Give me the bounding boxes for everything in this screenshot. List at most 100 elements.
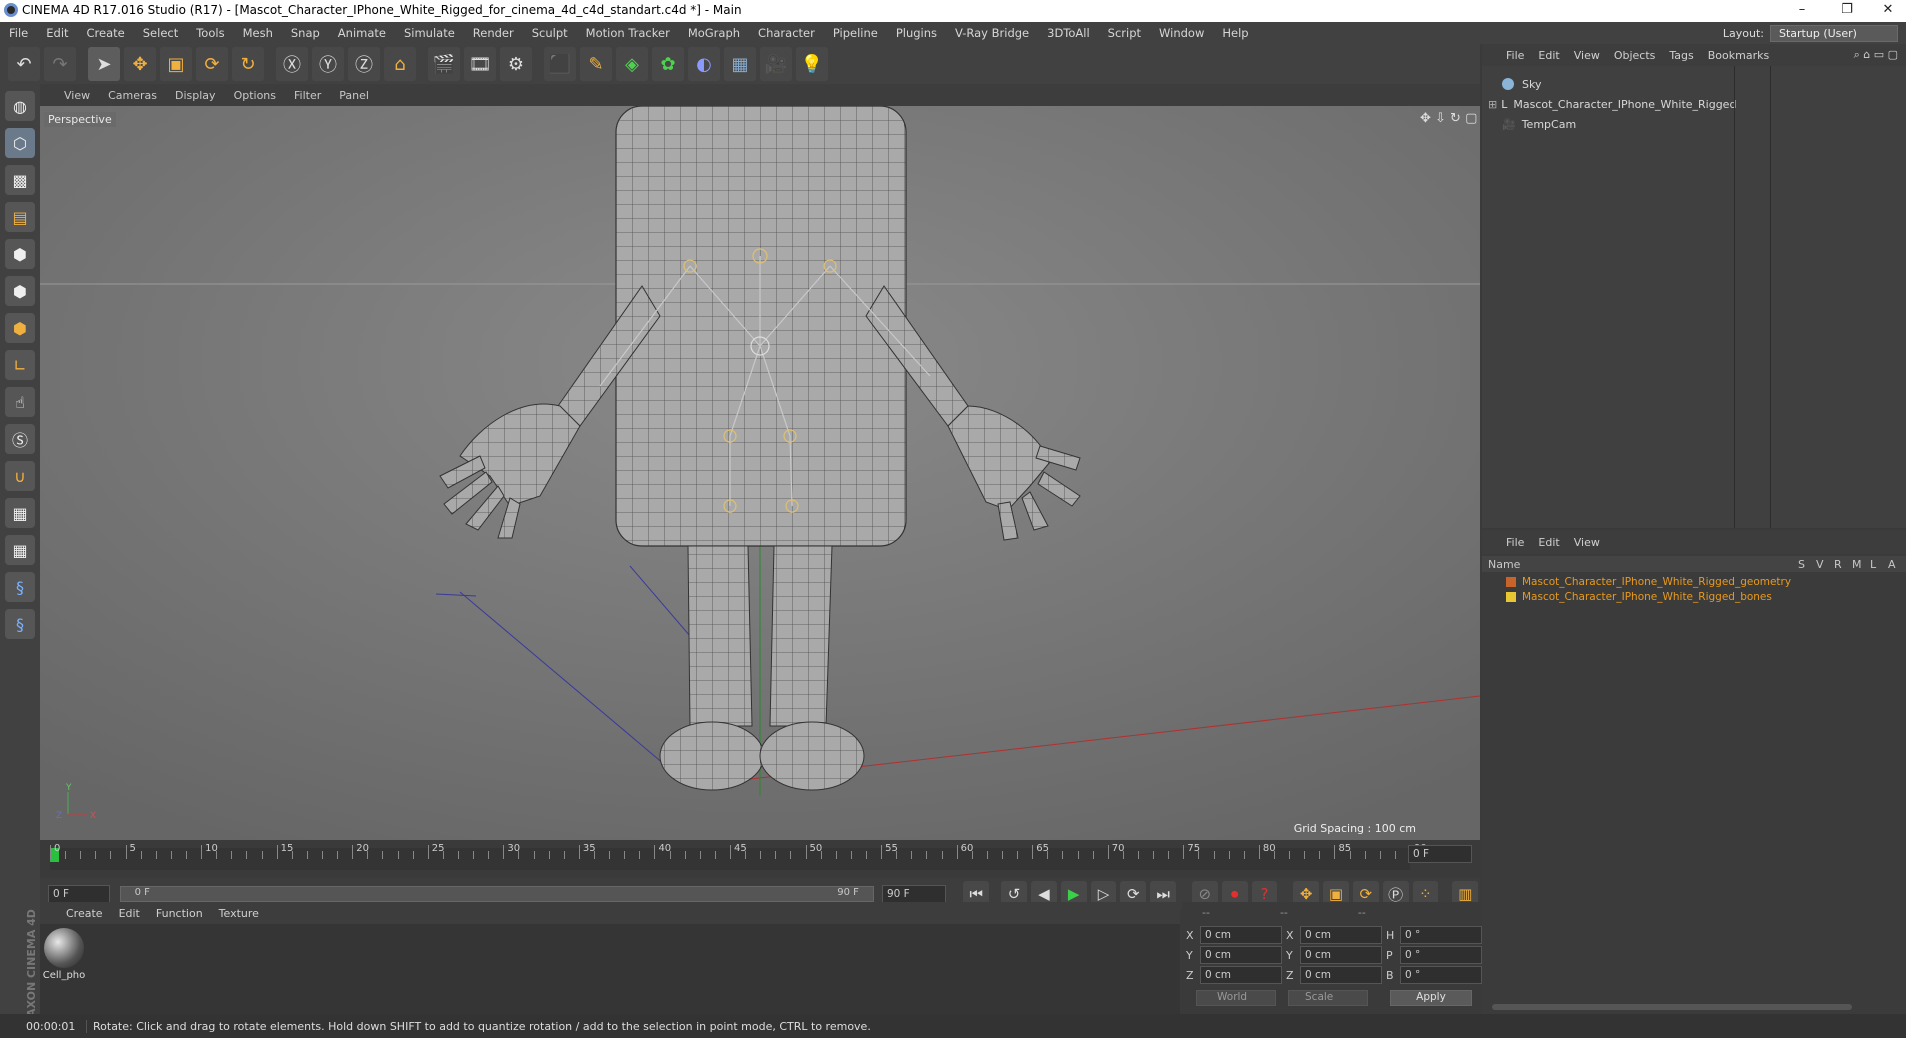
pen-spline-icon[interactable]: ✎: [580, 47, 612, 81]
render-view-icon[interactable]: 🎬: [428, 47, 460, 81]
layer-row[interactable]: Mascot_Character_IPhone_White_Rigged_bon…: [1482, 589, 1906, 604]
viewport-menu-panel[interactable]: Panel: [339, 89, 369, 102]
rotation-b-field[interactable]: 0 °: [1400, 966, 1482, 984]
3d-viewport[interactable]: Y X Z ✥ ⇩ ↻ ▢: [40, 106, 1480, 840]
model-mode-icon[interactable]: ⬡: [5, 128, 35, 158]
undo-icon[interactable]: ↶: [8, 47, 40, 81]
viewport-menu-options[interactable]: Options: [234, 89, 276, 102]
minimize-button[interactable]: –: [1780, 0, 1824, 22]
menu-window[interactable]: Window: [1150, 26, 1213, 40]
menu-snap[interactable]: Snap: [282, 26, 329, 40]
close-button[interactable]: ✕: [1866, 0, 1906, 22]
material-menu-function[interactable]: Function: [156, 907, 203, 920]
floor-icon[interactable]: ▦: [724, 47, 756, 81]
object-row[interactable]: Sky: [1482, 74, 1906, 94]
viewport-menu-view[interactable]: View: [64, 89, 90, 102]
position-x-field[interactable]: 0 cm: [1200, 926, 1282, 944]
object-menu-bookmarks[interactable]: Bookmarks: [1708, 49, 1769, 62]
make-editable-icon[interactable]: ◍: [5, 91, 35, 121]
object-manager-tools-icon[interactable]: ⌕ ⌂ ▭ ▢: [1854, 48, 1898, 62]
cube-icon[interactable]: ⬛: [544, 47, 576, 81]
menu-motion-tracker[interactable]: Motion Tracker: [577, 26, 679, 40]
scale-icon[interactable]: ▣: [160, 47, 192, 81]
object-menu-objects[interactable]: Objects: [1614, 49, 1656, 62]
layout-dropdown[interactable]: Startup (User): [1770, 25, 1898, 42]
redo-icon[interactable]: ↷: [44, 47, 76, 81]
snap-icon[interactable]: ∪: [5, 461, 35, 491]
apply-button[interactable]: Apply: [1390, 990, 1472, 1006]
texture-mode-icon[interactable]: ▩: [5, 165, 35, 195]
current-frame-field[interactable]: 0 F: [1408, 845, 1472, 863]
menu-create[interactable]: Create: [78, 26, 134, 40]
render-settings-icon[interactable]: ⚙: [500, 47, 532, 81]
coordinate-system-icon[interactable]: ⌂: [384, 47, 416, 81]
material-menu-texture[interactable]: Texture: [219, 907, 259, 920]
solo-icon[interactable]: Ⓢ: [5, 424, 35, 454]
rotation-p-field[interactable]: 0 °: [1400, 946, 1482, 964]
python-script-icon[interactable]: §: [5, 609, 35, 639]
expand-icon[interactable]: ⊞: [1488, 98, 1497, 111]
layer-menu-file[interactable]: File: [1506, 536, 1524, 549]
cloner-icon[interactable]: ✿: [652, 47, 684, 81]
material-menu-edit[interactable]: Edit: [119, 907, 140, 920]
workplane-icon[interactable]: ▤: [5, 202, 35, 232]
material-menu-create[interactable]: Create: [66, 907, 103, 920]
y-axis-icon[interactable]: Ⓨ: [312, 47, 344, 81]
x-axis-icon[interactable]: Ⓧ: [276, 47, 308, 81]
polygons-mode-icon[interactable]: ⬢: [5, 313, 35, 343]
tweak-mode-icon[interactable]: ☝: [5, 387, 35, 417]
menu-3dtoall[interactable]: 3DToAll: [1038, 26, 1099, 40]
object-row[interactable]: 🎥 TempCam: [1482, 114, 1906, 134]
position-y-field[interactable]: 0 cm: [1200, 946, 1282, 964]
menu-vray-bridge[interactable]: V-Ray Bridge: [946, 26, 1038, 40]
menu-tools[interactable]: Tools: [187, 26, 233, 40]
menu-character[interactable]: Character: [749, 26, 824, 40]
viewport-menu-display[interactable]: Display: [175, 89, 216, 102]
frame-range-slider[interactable]: 0 F 90 F: [119, 886, 874, 902]
start-frame-field[interactable]: 0 F: [48, 885, 110, 903]
rotation-h-field[interactable]: 0 °: [1400, 926, 1482, 944]
rotate-icon[interactable]: ⟳: [196, 47, 228, 81]
axis-mode-icon[interactable]: ∟: [5, 350, 35, 380]
deformer-icon[interactable]: ◐: [688, 47, 720, 81]
z-axis-icon[interactable]: Ⓩ: [348, 47, 380, 81]
select-arrow-icon[interactable]: ➤: [88, 47, 120, 81]
menu-simulate[interactable]: Simulate: [395, 26, 464, 40]
world-dropdown[interactable]: World: [1196, 990, 1276, 1006]
menu-edit[interactable]: Edit: [37, 26, 77, 40]
object-menu-tags[interactable]: Tags: [1669, 49, 1693, 62]
layer-menu-edit[interactable]: Edit: [1538, 536, 1559, 549]
viewport-menu-filter[interactable]: Filter: [294, 89, 321, 102]
move-icon[interactable]: ✥: [124, 47, 156, 81]
object-row[interactable]: ⊞ L Mascot_Character_IPhone_White_Rigged: [1482, 94, 1906, 114]
menu-pipeline[interactable]: Pipeline: [824, 26, 887, 40]
layer-row[interactable]: Mascot_Character_IPhone_White_Rigged_geo…: [1482, 574, 1906, 589]
object-menu-view[interactable]: View: [1574, 49, 1600, 62]
menu-file[interactable]: File: [0, 26, 37, 40]
edges-mode-icon[interactable]: ⬢: [5, 276, 35, 306]
viewport-menu-cameras[interactable]: Cameras: [108, 89, 157, 102]
menu-sculpt[interactable]: Sculpt: [523, 26, 577, 40]
menu-select[interactable]: Select: [134, 26, 187, 40]
restore-button[interactable]: ❐: [1825, 0, 1869, 22]
object-menu-edit[interactable]: Edit: [1538, 49, 1559, 62]
object-menu-file[interactable]: File: [1506, 49, 1524, 62]
light-icon[interactable]: 💡: [796, 47, 828, 81]
python-icon[interactable]: §: [5, 572, 35, 602]
subdivision-icon[interactable]: ◈: [616, 47, 648, 81]
menu-render[interactable]: Render: [464, 26, 523, 40]
size-z-field[interactable]: 0 cm: [1300, 966, 1382, 984]
camera-icon[interactable]: 🎥: [760, 47, 792, 81]
quantize-icon[interactable]: ▦: [5, 535, 35, 565]
end-frame-field[interactable]: 90 F: [881, 885, 946, 903]
menu-mesh[interactable]: Mesh: [234, 26, 282, 40]
layer-menu-view[interactable]: View: [1574, 536, 1600, 549]
workplane-lock-icon[interactable]: ▦: [5, 498, 35, 528]
menu-help[interactable]: Help: [1213, 26, 1257, 40]
horizontal-scrollbar[interactable]: [1492, 1004, 1852, 1010]
menu-animate[interactable]: Animate: [329, 26, 395, 40]
menu-mograph[interactable]: MoGraph: [679, 26, 749, 40]
position-z-field[interactable]: 0 cm: [1200, 966, 1282, 984]
recent-tool-icon[interactable]: ↻: [232, 47, 264, 81]
render-picture-viewer-icon[interactable]: 🎞: [464, 47, 496, 81]
